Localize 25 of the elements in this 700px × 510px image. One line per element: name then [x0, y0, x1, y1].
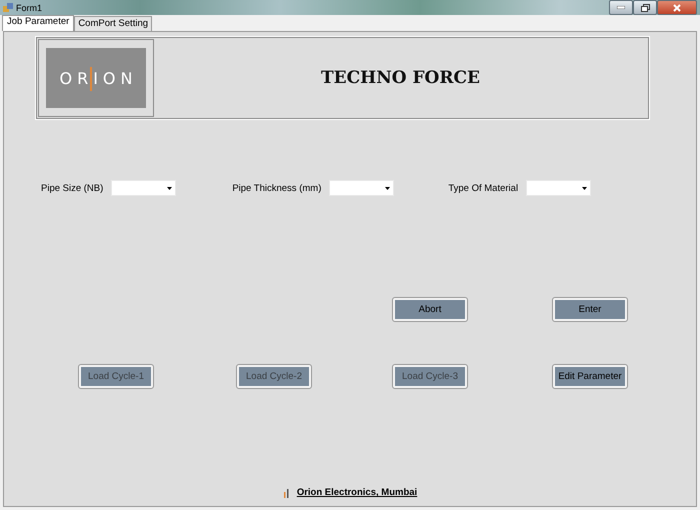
close-icon — [673, 4, 681, 12]
dropdown-field[interactable] — [526, 180, 592, 196]
dropdown-field[interactable] — [111, 180, 176, 196]
dropdown-arrow-icon — [167, 186, 172, 190]
logo-icon — [282, 488, 291, 498]
edit-parameter-button[interactable]: Edit Parameter — [553, 365, 627, 388]
app-icon — [3, 2, 13, 12]
field-label: Pipe Thickness (mm) — [232, 182, 322, 194]
dropdown-arrow-icon — [582, 186, 588, 190]
tab[interactable]: Job Parameter — [2, 15, 74, 31]
window-title: Form1 — [16, 2, 42, 12]
enter-button[interactable]: Enter — [553, 298, 627, 321]
minimize-button[interactable] — [609, 0, 633, 15]
dropdown-arrow-icon — [385, 186, 390, 190]
app-title: TECHNO FORCE — [320, 68, 481, 88]
tab[interactable]: ComPort Setting — [74, 16, 152, 31]
restore-icon — [640, 4, 650, 12]
dropdown-field[interactable] — [329, 180, 394, 196]
abort-button[interactable]: Abort — [393, 298, 467, 321]
minimize-icon — [617, 6, 625, 9]
field-label: Pipe Size (NB) — [41, 182, 104, 194]
close-button[interactable] — [657, 0, 697, 15]
field-label: Type Of Material — [448, 182, 518, 194]
maximize-button[interactable] — [633, 0, 657, 15]
company-link[interactable]: Orion Electronics, Mumbai — [296, 487, 418, 498]
